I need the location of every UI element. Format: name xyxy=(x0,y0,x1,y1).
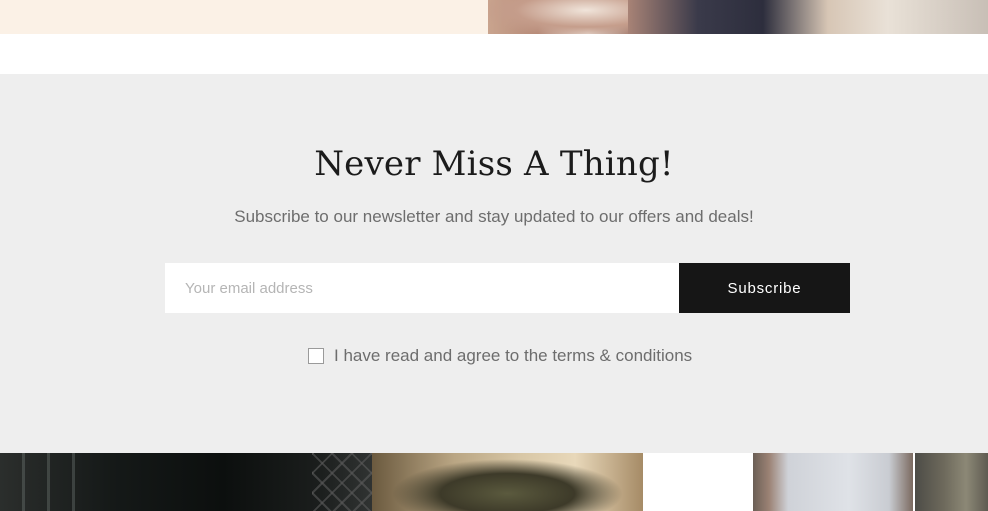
gallery-image[interactable] xyxy=(915,453,988,511)
gallery-image[interactable] xyxy=(0,453,372,511)
hero-photo xyxy=(488,0,988,34)
newsletter-subtitle: Subscribe to our newsletter and stay upd… xyxy=(234,207,754,226)
terms-agreement[interactable]: I have read and agree to the terms & con… xyxy=(308,346,692,366)
hero-image-strip xyxy=(0,0,988,34)
subscribe-button[interactable]: Subscribe xyxy=(679,263,850,313)
newsletter-title: Never Miss A Thing! xyxy=(314,144,674,184)
email-input[interactable] xyxy=(165,263,679,313)
section-spacer xyxy=(0,34,988,74)
gallery-image[interactable] xyxy=(372,453,643,511)
newsletter-form: Subscribe xyxy=(165,263,850,313)
newsletter-section: Never Miss A Thing! Subscribe to our new… xyxy=(0,74,988,453)
gallery-image[interactable] xyxy=(643,453,915,511)
terms-label: I have read and agree to the terms & con… xyxy=(334,346,693,365)
instagram-gallery xyxy=(0,453,988,511)
terms-checkbox[interactable] xyxy=(308,348,324,364)
